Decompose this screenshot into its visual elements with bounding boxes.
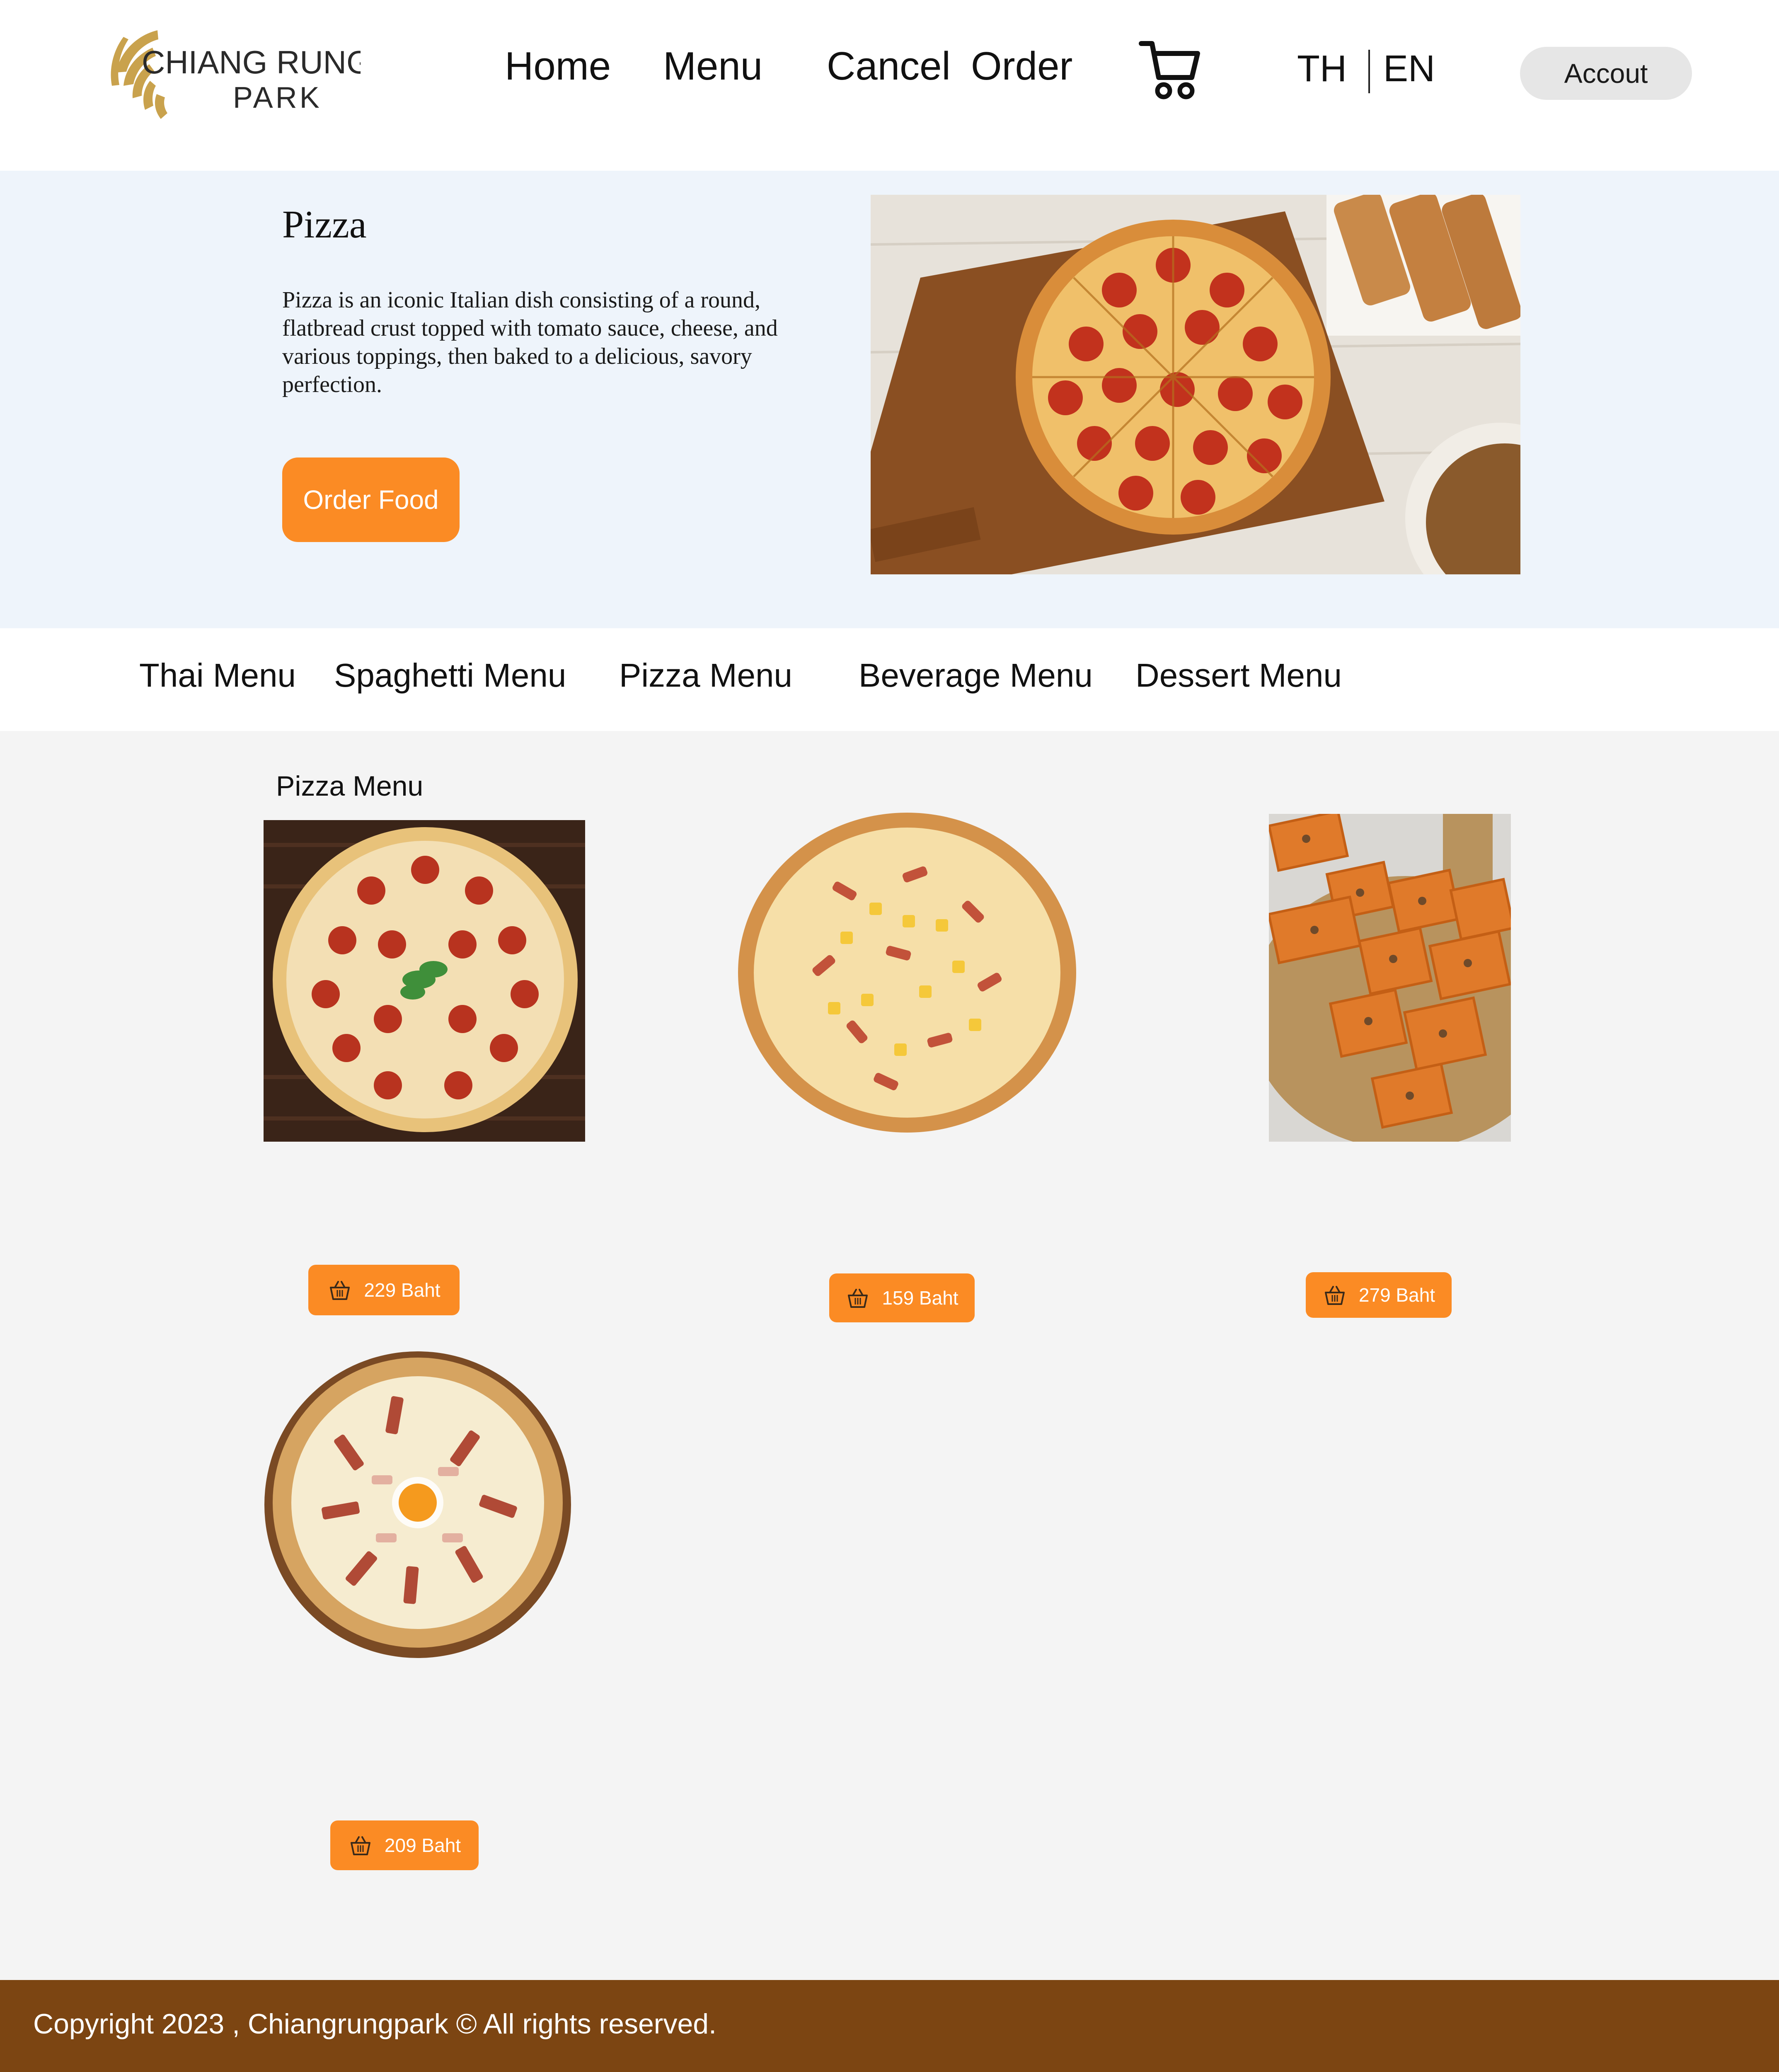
menu-item-image[interactable] [737,811,1077,1134]
cart-icon[interactable] [1139,39,1201,101]
add-to-cart-button[interactable]: 159 Baht [829,1273,975,1322]
basket-icon [848,1289,868,1308]
nav-order[interactable]: Order [971,44,1072,89]
price-label: 229 Baht [364,1279,441,1301]
lang-en[interactable]: EN [1383,48,1435,90]
category-pizza[interactable]: Pizza Menu [619,656,792,695]
add-to-cart-button[interactable]: 229 Baht [308,1265,460,1315]
section-title: Pizza Menu [276,770,424,802]
nav-cancel[interactable]: Cancel [827,44,951,89]
lang-th[interactable]: TH [1297,48,1347,90]
category-thai[interactable]: Thai Menu [139,656,296,695]
order-food-button[interactable]: Order Food [282,457,460,542]
nav-home[interactable]: Home [505,44,611,89]
logo-line1: CHIANG RUNG [142,44,361,80]
hero-pepperoni-pizza-image [871,195,1520,574]
basket-icon [1324,1286,1345,1305]
account-button[interactable]: Accout [1520,47,1692,100]
logo-line2: PARK [233,81,322,114]
add-to-cart-button[interactable]: 279 Baht [1306,1272,1452,1318]
basket-icon [350,1836,370,1855]
menu-item-image[interactable] [1269,814,1511,1142]
copyright-text: Copyright 2023 , Chiangrungpark © All ri… [33,2008,716,2040]
category-beverage[interactable]: Beverage Menu [859,656,1093,695]
price-label: 279 Baht [1358,1284,1435,1306]
chiang-rung-park-logo[interactable]: CHIANG RUNG PARK [104,23,361,122]
menu-item-image[interactable] [264,1351,571,1658]
add-to-cart-button[interactable]: 209 Baht [330,1820,479,1870]
hero-description: Pizza is an iconic Italian dish consisti… [282,287,778,397]
price-label: 209 Baht [384,1835,461,1856]
price-label: 159 Baht [882,1287,958,1309]
category-spaghetti[interactable]: Spaghetti Menu [334,656,566,695]
menu-item-image[interactable] [264,820,585,1142]
basket-icon [330,1281,350,1300]
nav-menu[interactable]: Menu [663,44,762,89]
hero-title: Pizza [282,203,367,246]
lang-divider [1368,50,1370,93]
category-dessert[interactable]: Dessert Menu [1135,656,1342,695]
